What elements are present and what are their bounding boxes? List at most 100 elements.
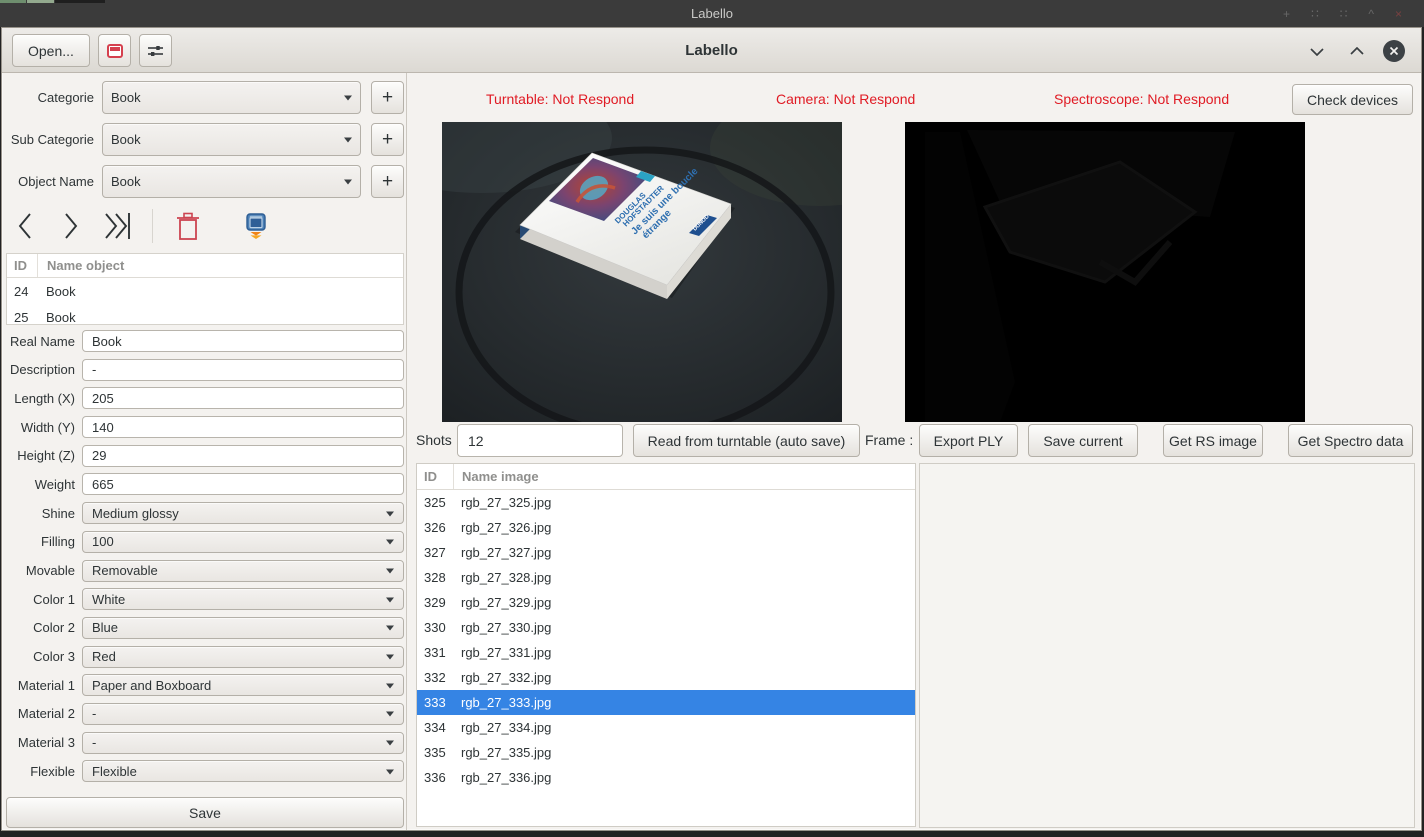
filling-label: Filling: [6, 534, 82, 549]
close-button[interactable]: [1383, 40, 1405, 62]
image-row-334[interactable]: 334 rgb_27_334.jpg: [417, 715, 915, 740]
check-devices-button[interactable]: Check devices: [1292, 84, 1413, 115]
get-rs-image-button[interactable]: Get RS image: [1163, 424, 1263, 457]
field-flexible: Flexible Flexible: [6, 760, 404, 782]
desktop-indicator-icons: +∷∷^×: [1283, 0, 1402, 27]
material-3-select[interactable]: -: [82, 732, 404, 754]
chevron-down-icon: [386, 626, 394, 635]
pane-splitter[interactable]: [406, 73, 407, 830]
color-2-label: Color 2: [6, 620, 82, 635]
real-name-input[interactable]: Book: [82, 330, 404, 352]
last-object-button[interactable]: [94, 210, 146, 242]
add-object-name-button[interactable]: +: [371, 165, 404, 198]
material-3-label: Material 3: [6, 735, 82, 750]
image-row-333[interactable]: 333 rgb_27_333.jpg: [417, 690, 915, 715]
image-row-330[interactable]: 330 rgb_27_330.jpg: [417, 615, 915, 640]
image-table-body: 325 rgb_27_325.jpg 326 rgb_27_326.jpg 32…: [417, 490, 915, 790]
read-from-turntable-button[interactable]: Read from turntable (auto save): [633, 424, 860, 457]
image-row-326[interactable]: 326 rgb_27_326.jpg: [417, 515, 915, 540]
layout-icon: +: [1283, 7, 1290, 21]
height-z-input[interactable]: 29: [82, 445, 404, 467]
weight-input[interactable]: 665: [82, 473, 404, 495]
object-name-select[interactable]: Book: [102, 165, 361, 198]
send-to-device-button[interactable]: [237, 213, 281, 240]
field-shine: Shine Medium glossy: [6, 502, 404, 524]
camera-status: Camera: Not Respond: [776, 84, 915, 114]
field-color-1: Color 1 White: [6, 588, 404, 610]
width-y-input[interactable]: 140: [82, 416, 404, 438]
export-ply-button[interactable]: Export PLY: [919, 424, 1018, 457]
object-id-column-header[interactable]: ID: [7, 258, 37, 273]
description-input[interactable]: -: [82, 359, 404, 381]
material-1-select[interactable]: Paper and Boxboard: [82, 674, 404, 696]
close-icon: [1389, 46, 1399, 56]
object-table: ID Name object 24 Book 25 Book: [6, 253, 404, 325]
next-object-button[interactable]: [50, 210, 94, 242]
object-row-25[interactable]: 25 Book: [7, 304, 403, 325]
color-2-select[interactable]: Blue: [82, 617, 404, 639]
flexible-label: Flexible: [6, 764, 82, 779]
shine-label: Shine: [6, 506, 82, 521]
color-3-select[interactable]: Red: [82, 646, 404, 668]
sub-categorie-select[interactable]: Book: [102, 123, 361, 156]
turntable-status: Turntable: Not Respond: [486, 84, 634, 114]
chevron-down-icon: [344, 138, 352, 147]
material-2-label: Material 2: [6, 706, 82, 721]
prev-object-button[interactable]: [6, 210, 50, 242]
image-row-327[interactable]: 327 rgb_27_327.jpg: [417, 540, 915, 565]
camera-preview-panel: DOUGLAS HOFSTADTER Je suis une boucle ét…: [442, 122, 842, 422]
sub-categorie-label: Sub Categorie: [6, 132, 102, 147]
image-row-336[interactable]: 336 rgb_27_336.jpg: [417, 765, 915, 790]
material-2-select[interactable]: -: [82, 703, 404, 725]
field-real-name: Real Name Book: [6, 330, 404, 352]
category-row-sub-categorie: Sub Categorie Book +: [6, 123, 404, 156]
flexible-select[interactable]: Flexible: [82, 760, 404, 782]
image-row-335[interactable]: 335 rgb_27_335.jpg: [417, 740, 915, 765]
save-button[interactable]: Save: [6, 797, 404, 828]
chevron-down-icon: [344, 96, 352, 105]
field-material-1: Material 1 Paper and Boxboard: [6, 674, 404, 696]
delete-object-button[interactable]: [167, 211, 211, 241]
image-table-header: ID Name image: [417, 464, 915, 490]
shots-input[interactable]: [457, 424, 623, 457]
save-current-button[interactable]: Save current: [1028, 424, 1138, 457]
object-nav-row: [6, 207, 404, 245]
image-name-column-header[interactable]: Name image: [453, 464, 915, 489]
image-row-328[interactable]: 328 rgb_27_328.jpg: [417, 565, 915, 590]
filling-select[interactable]: 100: [82, 531, 404, 553]
shots-label: Shots: [416, 424, 452, 457]
get-spectro-data-button[interactable]: Get Spectro data: [1288, 424, 1413, 457]
chevron-down-icon: [386, 741, 394, 750]
image-row-331[interactable]: 331 rgb_27_331.jpg: [417, 640, 915, 665]
image-id-column-header[interactable]: ID: [417, 469, 453, 484]
grid-large-icon: ∷: [1340, 7, 1348, 21]
camera-preview-image: DOUGLAS HOFSTADTER Je suis une boucle ét…: [442, 122, 842, 422]
image-row-325[interactable]: 325 rgb_27_325.jpg: [417, 490, 915, 515]
desktop-close-icon: ×: [1395, 7, 1402, 21]
description-label: Description: [6, 362, 82, 377]
capture-pane: Turntable: Not Respond Camera: Not Respo…: [408, 73, 1417, 828]
field-width-y: Width (Y) 140: [6, 416, 404, 438]
grid-small-icon: ∷: [1311, 7, 1319, 21]
content-area: Categorie Book + Sub Categorie Book + Ob…: [2, 73, 1421, 830]
field-filling: Filling 100: [6, 531, 404, 553]
add-sub-categorie-button[interactable]: +: [371, 123, 404, 156]
categorie-label: Categorie: [6, 90, 102, 105]
shine-select[interactable]: Medium glossy: [82, 502, 404, 524]
movable-select[interactable]: Removable: [82, 560, 404, 582]
width-y-label: Width (Y): [6, 420, 82, 435]
object-row-24[interactable]: 24 Book: [7, 278, 403, 304]
maximize-button[interactable]: [1345, 39, 1369, 63]
image-row-329[interactable]: 329 rgb_27_329.jpg: [417, 590, 915, 615]
category-rows: Categorie Book + Sub Categorie Book + Ob…: [6, 81, 404, 198]
nav-separator: [152, 209, 153, 243]
add-categorie-button[interactable]: +: [371, 81, 404, 114]
chevron-right-icon: [58, 210, 82, 242]
secondary-camera-image: [905, 122, 1305, 422]
length-x-input[interactable]: 205: [82, 387, 404, 409]
color-1-select[interactable]: White: [82, 588, 404, 610]
object-name-column-header[interactable]: Name object: [37, 254, 403, 277]
categorie-select[interactable]: Book: [102, 81, 361, 114]
minimize-button[interactable]: [1305, 39, 1329, 63]
image-row-332[interactable]: 332 rgb_27_332.jpg: [417, 665, 915, 690]
